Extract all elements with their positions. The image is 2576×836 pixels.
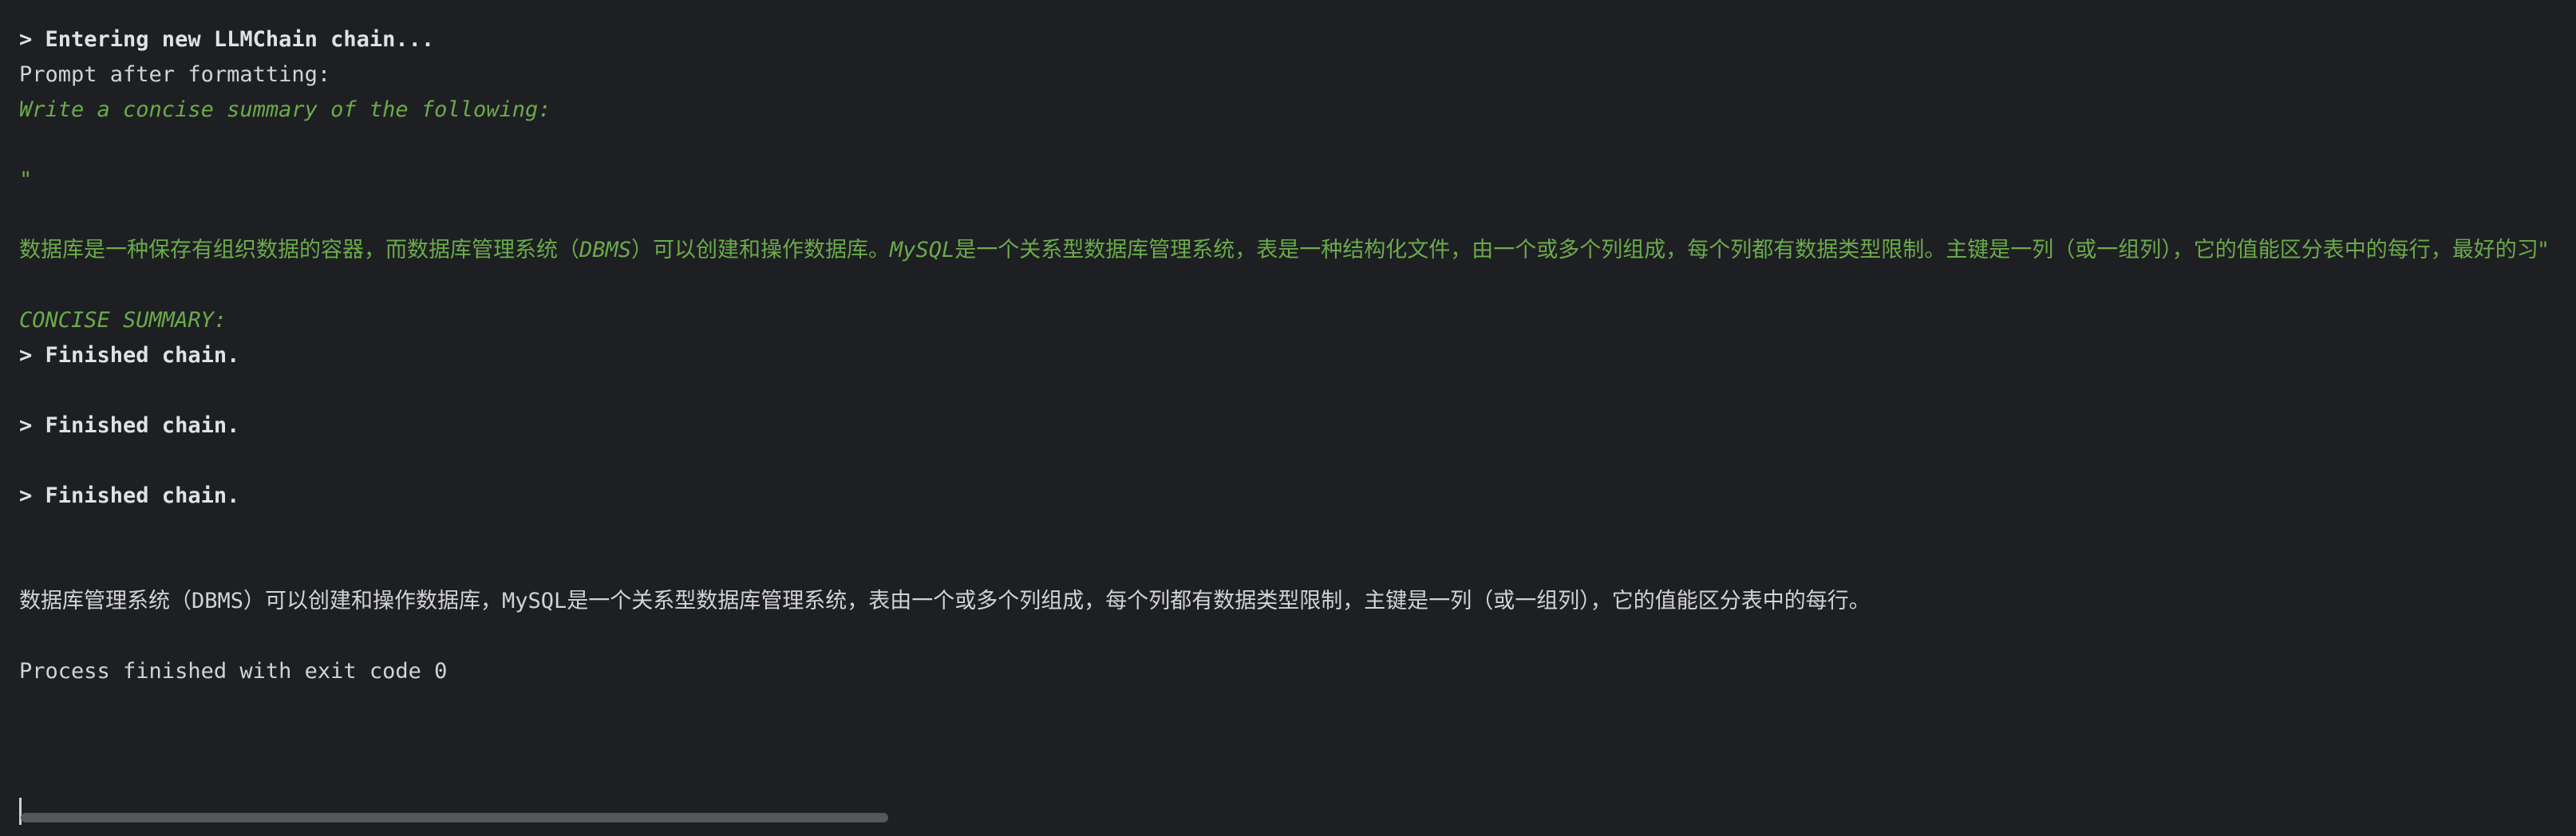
opening-quote-line: " (19, 168, 33, 192)
chinese-input-line: 数据库是一种保存有组织数据的容器，而数据库管理系统（DBMS）可以创建和操作数据… (19, 233, 2576, 268)
entering-chain-line: > Entering new LLMChain chain... (19, 27, 435, 52)
result-text-c: 是一个关系型数据库管理系统，表由一个或多个列组成，每个列都有数据类型限制，主键是… (567, 589, 1871, 613)
result-dbms: DBMS (192, 589, 244, 613)
chinese-input-text-c: 是一个关系型数据库管理系统，表是一种结构化文件，由一个或多个列组成，每个列都有数… (954, 238, 2549, 262)
chinese-input-dbms: DBMS (579, 238, 632, 262)
summary-result-line: 数据库管理系统（DBMS）可以创建和操作数据库，MySQL是一个关系型数据库管理… (19, 584, 2576, 619)
concise-summary-line: CONCISE SUMMARY: (19, 308, 227, 333)
chinese-input-mysql: MySQL (890, 238, 955, 262)
finished-chain-line-1: > Finished chain. (19, 343, 240, 368)
chinese-input-text-b: ）可以创建和操作数据库。 (631, 238, 891, 262)
run-console-output[interactable]: > Entering new LLMChain chain... Prompt … (0, 0, 2576, 836)
finished-chain-line-3: > Finished chain. (19, 483, 240, 508)
finished-chain-line-2: > Finished chain. (19, 413, 240, 438)
horizontal-scrollbar[interactable] (21, 813, 888, 822)
result-text-b: ）可以创建和操作数据库， (243, 589, 503, 613)
exit-code-line: Process finished with exit code 0 (19, 659, 448, 684)
write-summary-line: Write a concise summary of the following… (19, 97, 551, 122)
result-mysql: MySQL (502, 589, 567, 613)
prompt-after-formatting-line: Prompt after formatting: (19, 62, 331, 87)
result-text-a: 数据库管理系统（ (19, 589, 192, 613)
chinese-input-text-a: 数据库是一种保存有组织数据的容器，而数据库管理系统（ (19, 238, 579, 262)
